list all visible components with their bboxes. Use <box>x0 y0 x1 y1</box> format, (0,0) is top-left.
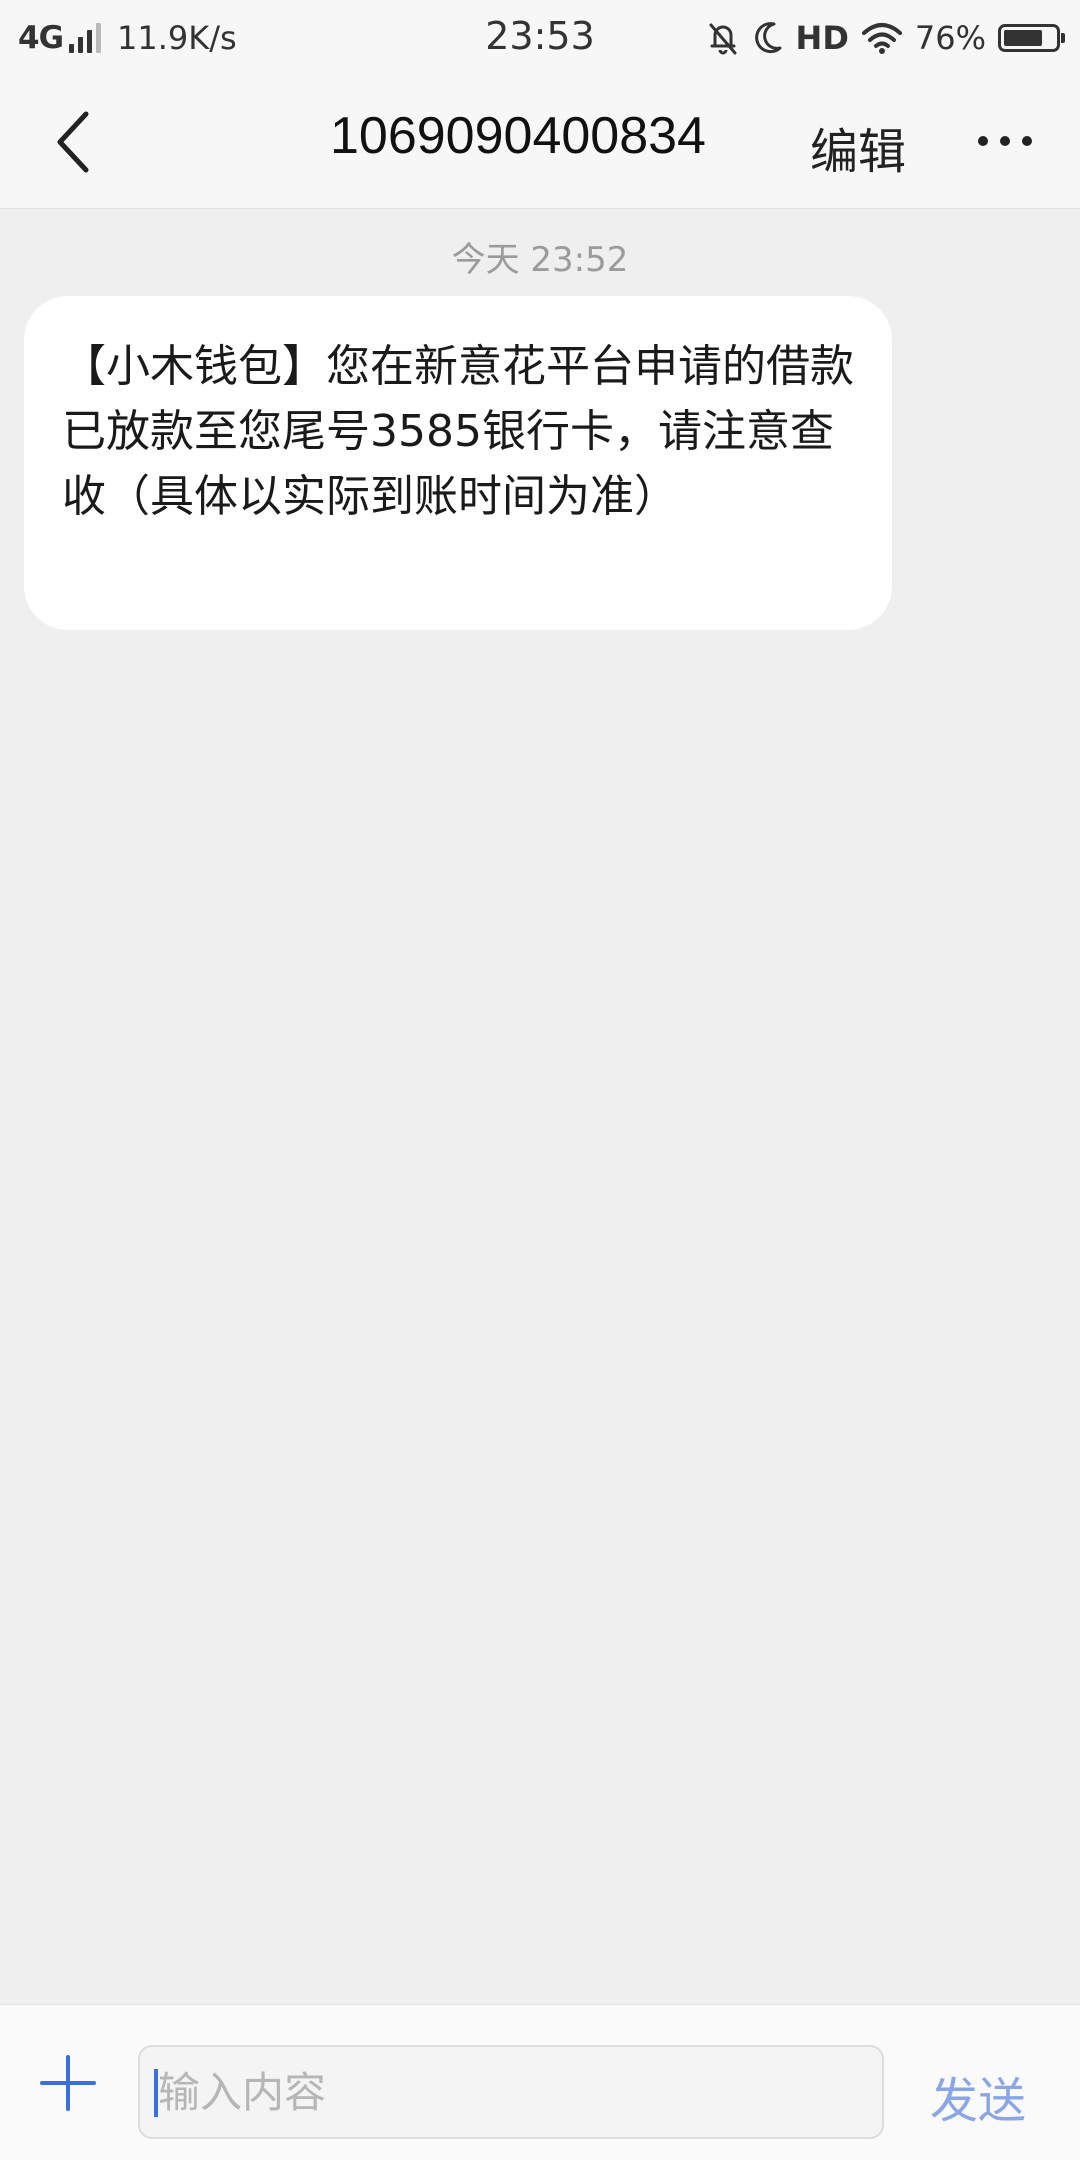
message-date-label: 今天 23:52 <box>451 240 629 280</box>
more-dots-icon[interactable] <box>970 106 1040 176</box>
send-button[interactable]: 发送 <box>930 2061 1026 2131</box>
message-text: 【小木钱包】您在新意花平台申请的借款已放款至您尾号3585银行卡，请注意查收（具… <box>62 341 854 522</box>
battery-icon <box>998 24 1065 52</box>
received-message-bubble[interactable]: 【小木钱包】您在新意花平台申请的借款已放款至您尾号3585银行卡，请注意查收（具… <box>24 296 892 630</box>
conversation-title: 1069090400834 <box>330 107 706 165</box>
text-caret <box>154 2069 158 2117</box>
message-input[interactable] <box>138 2045 884 2139</box>
battery-percent: 76% <box>914 19 986 57</box>
edit-button[interactable]: 编辑 <box>810 112 906 182</box>
wifi-icon <box>861 23 902 54</box>
battery-fill <box>1004 30 1042 46</box>
nav-bar: 1069090400834 编辑 <box>0 76 1080 209</box>
status-right: HD 76% <box>694 14 1065 62</box>
back-chevron-icon[interactable] <box>40 102 112 182</box>
hd-indicator: HD <box>795 19 849 57</box>
mute-bell-icon <box>709 23 737 55</box>
moon-icon <box>754 22 782 54</box>
plus-icon[interactable] <box>38 2053 98 2113</box>
status-bar: 4G 11.9K/s 23:53 HD 76% <box>0 0 1080 76</box>
input-bar: 发送 <box>0 2004 1080 2160</box>
